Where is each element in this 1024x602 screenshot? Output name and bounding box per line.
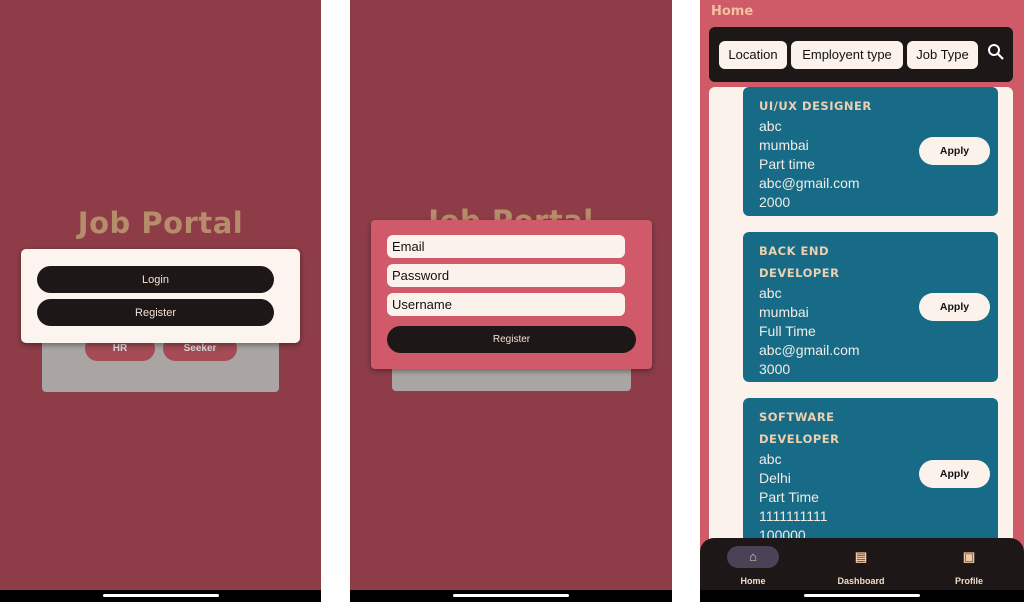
job-title: SOFTWARE DEVELOPER bbox=[759, 410, 840, 446]
apply-button[interactable]: Apply bbox=[919, 460, 990, 488]
nav-dashboard[interactable]: ▤ Dashboard bbox=[821, 546, 901, 586]
job-contact: abc@gmail.com bbox=[759, 342, 860, 358]
register-button[interactable]: Register bbox=[37, 299, 274, 326]
username-field[interactable]: Username bbox=[387, 293, 625, 316]
filter-employment-type[interactable]: Employent type bbox=[791, 41, 903, 69]
profile-icon: ▣ bbox=[962, 549, 976, 564]
search-icon[interactable] bbox=[987, 43, 1007, 63]
register-form: Email Password Username Register bbox=[371, 220, 652, 369]
job-company: abc bbox=[759, 118, 782, 134]
job-title: UI/UX DESIGNER bbox=[759, 99, 872, 113]
job-type: Full Time bbox=[759, 323, 816, 339]
app-title: Job Portal bbox=[77, 206, 244, 240]
home-indicator bbox=[700, 590, 1024, 602]
home-icon: ⌂ bbox=[727, 546, 779, 568]
home-indicator bbox=[0, 590, 321, 602]
job-card: BACK END DEVELOPER abc mumbai Full Time … bbox=[743, 232, 998, 382]
register-submit-button[interactable]: Register bbox=[387, 326, 636, 353]
job-salary: 3000 bbox=[759, 361, 791, 377]
nav-home[interactable]: ⌂ Home bbox=[713, 546, 793, 586]
job-card: SOFTWARE DEVELOPER abc Delhi Part Time 1… bbox=[743, 398, 998, 557]
filter-bar: Location Employent type Job Type bbox=[709, 27, 1013, 82]
home-indicator bbox=[350, 590, 672, 602]
nav-home-label: Home bbox=[740, 576, 766, 586]
screen-home: Home Location Employent type Job Type UI… bbox=[700, 0, 1024, 602]
job-title: BACK END DEVELOPER bbox=[759, 244, 840, 280]
screen-welcome: Job Portal HR Seeker Login Register bbox=[0, 0, 321, 602]
job-type: Part Time bbox=[759, 489, 819, 505]
screen-register: Job Portal Email Password Username Regis… bbox=[350, 0, 672, 602]
job-contact: abc@gmail.com bbox=[759, 175, 860, 191]
filter-location[interactable]: Location bbox=[719, 41, 787, 69]
nav-dashboard-label: Dashboard bbox=[837, 576, 885, 586]
nav-profile[interactable]: ▣ Profile bbox=[929, 546, 1009, 586]
login-button[interactable]: Login bbox=[37, 266, 274, 293]
filter-job-type[interactable]: Job Type bbox=[907, 41, 978, 69]
email-field[interactable]: Email bbox=[387, 235, 625, 258]
job-card: UI/UX DESIGNER abc mumbai Part time abc@… bbox=[743, 87, 998, 216]
password-field[interactable]: Password bbox=[387, 264, 625, 287]
apply-button[interactable]: Apply bbox=[919, 293, 990, 321]
page-title: Home bbox=[711, 4, 754, 19]
job-list[interactable]: UI/UX DESIGNER abc mumbai Part time abc@… bbox=[709, 87, 1013, 557]
apply-button[interactable]: Apply bbox=[919, 137, 990, 165]
job-contact: 1111111111 bbox=[759, 508, 828, 524]
nav-profile-label: Profile bbox=[954, 576, 983, 586]
briefcase-icon: ▤ bbox=[854, 549, 868, 564]
job-salary: 2000 bbox=[759, 194, 791, 210]
auth-dialog: Login Register bbox=[21, 249, 300, 343]
